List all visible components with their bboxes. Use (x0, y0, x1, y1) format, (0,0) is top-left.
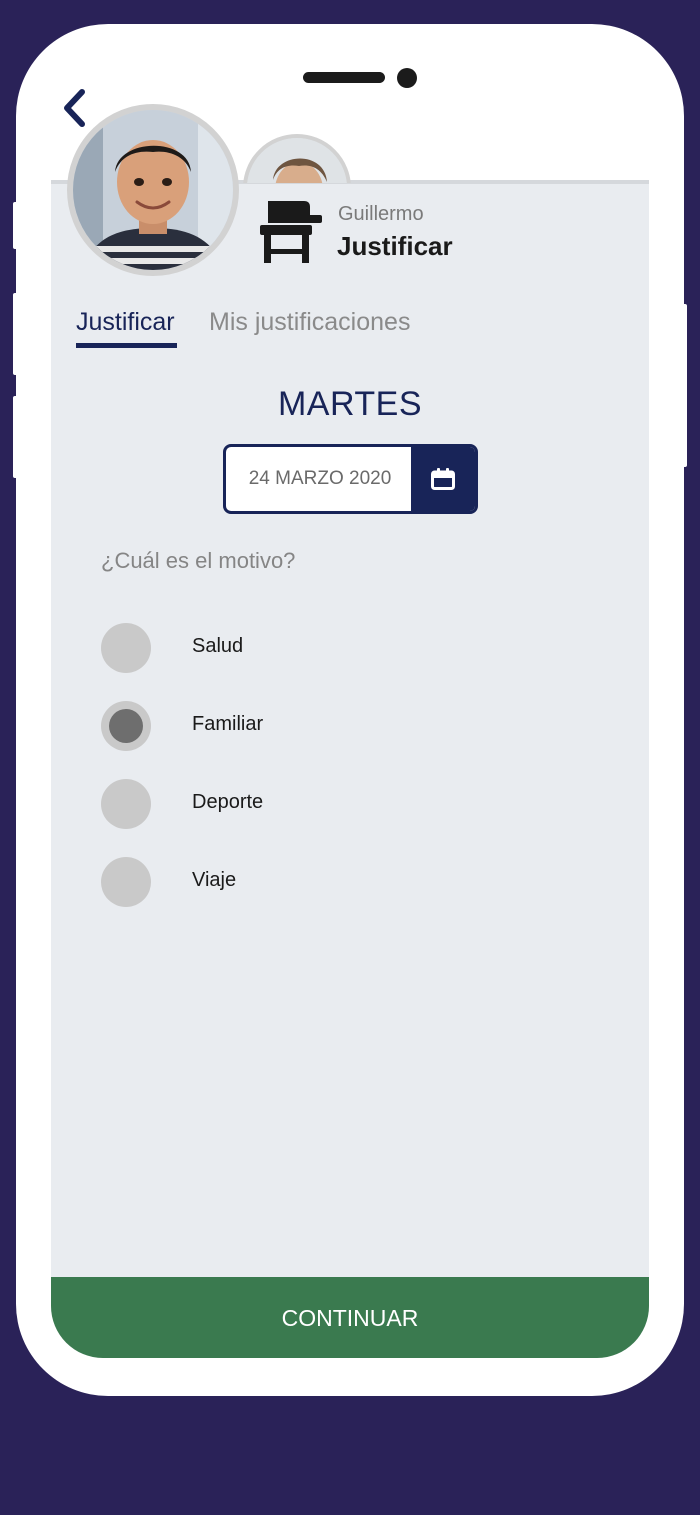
student-avatar-other-frame (243, 134, 351, 183)
date-picker[interactable]: 24 MARZO 2020 (223, 444, 478, 514)
radio-button[interactable] (101, 779, 151, 829)
reason-option-salud[interactable]: Salud (101, 623, 521, 673)
calendar-icon (431, 468, 455, 490)
radio-label: Viaje (192, 869, 237, 891)
boy-portrait-image (73, 110, 233, 270)
tab-mis-justificaciones[interactable]: Mis justificaciones (209, 308, 410, 337)
app-screen (51, 180, 649, 1358)
chevron-left-icon (64, 89, 85, 127)
radio-label: Familiar (192, 713, 264, 735)
reason-question: ¿Cuál es el motivo? (101, 548, 296, 573)
radio-button[interactable] (101, 857, 151, 907)
page-title: Justificar (337, 231, 453, 261)
tab-active-indicator (76, 343, 177, 348)
student-avatar-other[interactable] (243, 134, 353, 183)
back-button[interactable] (58, 86, 92, 130)
phone-camera (397, 68, 417, 88)
reason-option-deporte[interactable]: Deporte (101, 779, 521, 829)
school-desk-icon (260, 201, 322, 263)
radio-button[interactable] (101, 701, 151, 751)
continue-button[interactable]: CONTINUAR (51, 1277, 649, 1358)
radio-selected-dot (109, 709, 143, 743)
reason-option-familiar[interactable]: Familiar (101, 701, 521, 751)
day-of-week: MARTES (277, 385, 423, 423)
radio-label: Salud (192, 635, 244, 657)
boy-portrait-image (247, 138, 347, 183)
calendar-button[interactable] (411, 447, 475, 511)
tab-justificar[interactable]: Justificar (76, 308, 175, 337)
reason-option-viaje[interactable]: Viaje (101, 857, 521, 907)
student-avatar-selected[interactable] (67, 104, 239, 276)
radio-label: Deporte (192, 791, 264, 813)
student-name: Guillermo (338, 203, 424, 225)
phone-speaker (303, 72, 385, 83)
date-value[interactable]: 24 MARZO 2020 (226, 447, 414, 511)
radio-button[interactable] (101, 623, 151, 673)
